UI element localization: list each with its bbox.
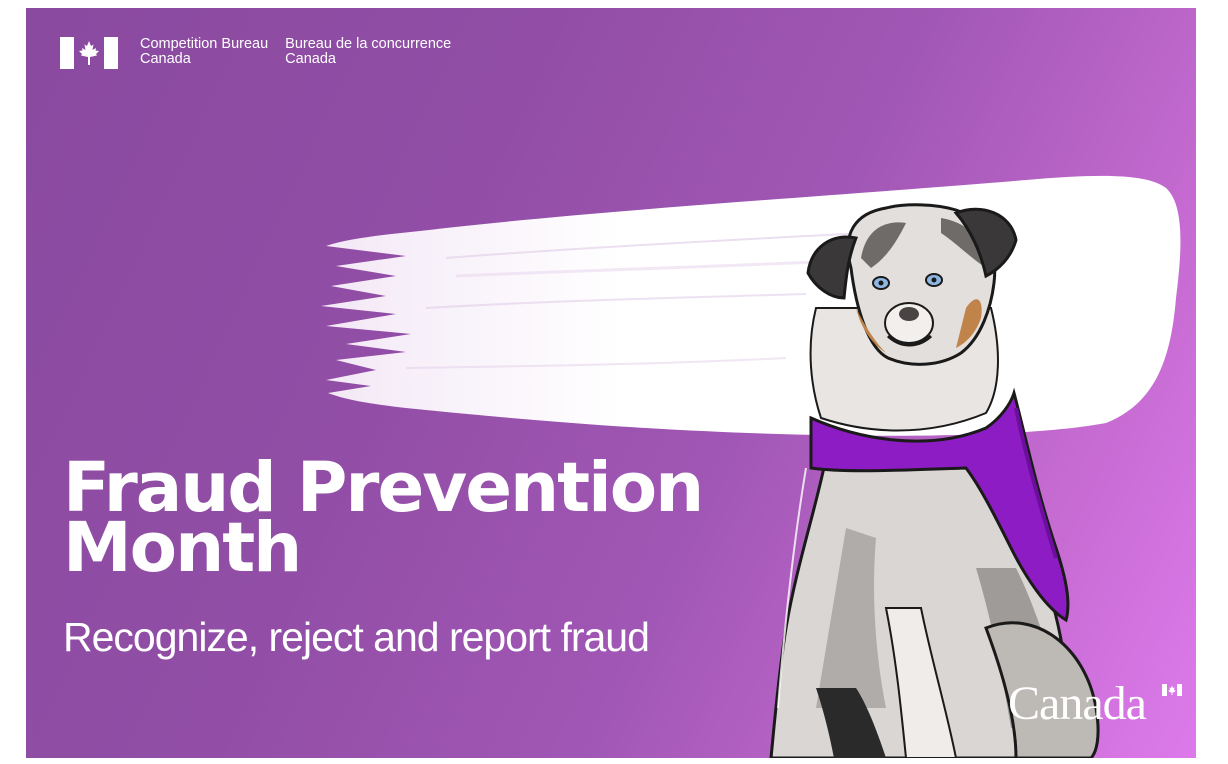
canada-wordmark: Canada bbox=[1008, 677, 1147, 730]
campaign-tagline: Recognize, reject and report fraud bbox=[63, 614, 650, 660]
wordmark-flag-icon bbox=[1162, 684, 1182, 696]
fraud-prevention-banner: Competition Bureau Canada Bureau de la c… bbox=[26, 8, 1196, 758]
campaign-headline: Fraud Prevention Month bbox=[63, 454, 704, 583]
